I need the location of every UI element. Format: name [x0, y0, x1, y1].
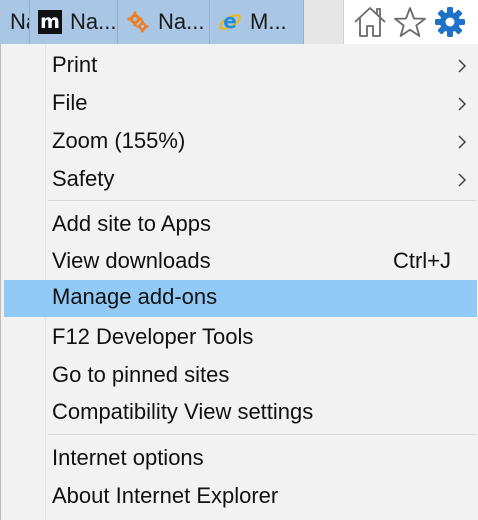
menu-item-label: Go to pinned sites	[52, 362, 230, 387]
menu-item-label: Safety	[52, 166, 115, 191]
home-icon[interactable]	[350, 2, 390, 42]
tab-2[interactable]: Na...	[118, 0, 210, 44]
tab-1[interactable]: m Na...	[30, 0, 118, 44]
tab-title: Na...	[158, 9, 205, 34]
menu-item-label: View downloads	[52, 248, 211, 273]
star-icon[interactable]	[390, 2, 430, 42]
tab-strip: Na m Na... Na...	[0, 0, 478, 44]
menu-item-label: Add site to Apps	[52, 211, 211, 236]
orange-cogs-icon	[126, 10, 150, 34]
menu-item-label: F12 Developer Tools	[52, 324, 254, 349]
menu-item-label: File	[52, 90, 88, 115]
menu-item-about-internet-explorer[interactable]: About Internet Explorer	[4, 479, 477, 516]
gear-icon[interactable]	[430, 2, 470, 42]
tab-3[interactable]: e M...	[210, 0, 304, 44]
tab-title: Na...	[70, 9, 117, 34]
menu-item-label: Manage add-ons	[52, 284, 218, 309]
menu-separator	[48, 434, 476, 435]
menu-item-file[interactable]: File	[4, 86, 477, 123]
menu-item-f12-developer-tools[interactable]: F12 Developer Tools	[4, 320, 477, 357]
menu-item-shortcut: Ctrl+J	[392, 248, 451, 273]
menu-item-add-site-to-apps[interactable]: Add site to Apps	[4, 207, 477, 244]
command-icons	[350, 0, 478, 44]
menu-item-manage-add-ons[interactable]: Manage add-ons	[4, 280, 477, 317]
chevron-right-icon	[458, 173, 467, 187]
menu-separator	[48, 200, 476, 201]
ie-logo-icon: e	[218, 10, 242, 34]
new-tab-button[interactable]	[304, 0, 344, 44]
menu-item-view-downloads[interactable]: View downloads Ctrl+J	[4, 244, 477, 281]
menu-item-zoom[interactable]: Zoom (155%)	[4, 124, 477, 161]
tools-menu: Print File Zoom (155%) Safety Add site t…	[0, 44, 478, 520]
tab-title: M...	[250, 9, 287, 34]
svg-text:e: e	[223, 10, 237, 33]
menu-item-label: Print	[52, 52, 98, 77]
m-logo-icon: m	[38, 10, 62, 34]
chevron-right-icon	[458, 135, 467, 149]
tab-0[interactable]: Na	[0, 0, 30, 44]
menu-item-label: Internet options	[52, 445, 204, 470]
menu-item-internet-options[interactable]: Internet options	[4, 441, 477, 478]
menu-item-print[interactable]: Print	[4, 48, 477, 85]
menu-item-go-to-pinned-sites[interactable]: Go to pinned sites	[4, 358, 477, 395]
menu-item-label: Zoom (155%)	[52, 128, 186, 153]
menu-item-label: About Internet Explorer	[52, 483, 279, 508]
menu-item-label: Compatibility View settings	[52, 399, 314, 424]
chevron-right-icon	[458, 59, 467, 73]
tab-title: Na	[10, 9, 29, 34]
menu-item-compatibility-view-settings[interactable]: Compatibility View settings	[4, 395, 477, 432]
chevron-right-icon	[458, 97, 467, 111]
menu-item-safety[interactable]: Safety	[4, 162, 477, 199]
